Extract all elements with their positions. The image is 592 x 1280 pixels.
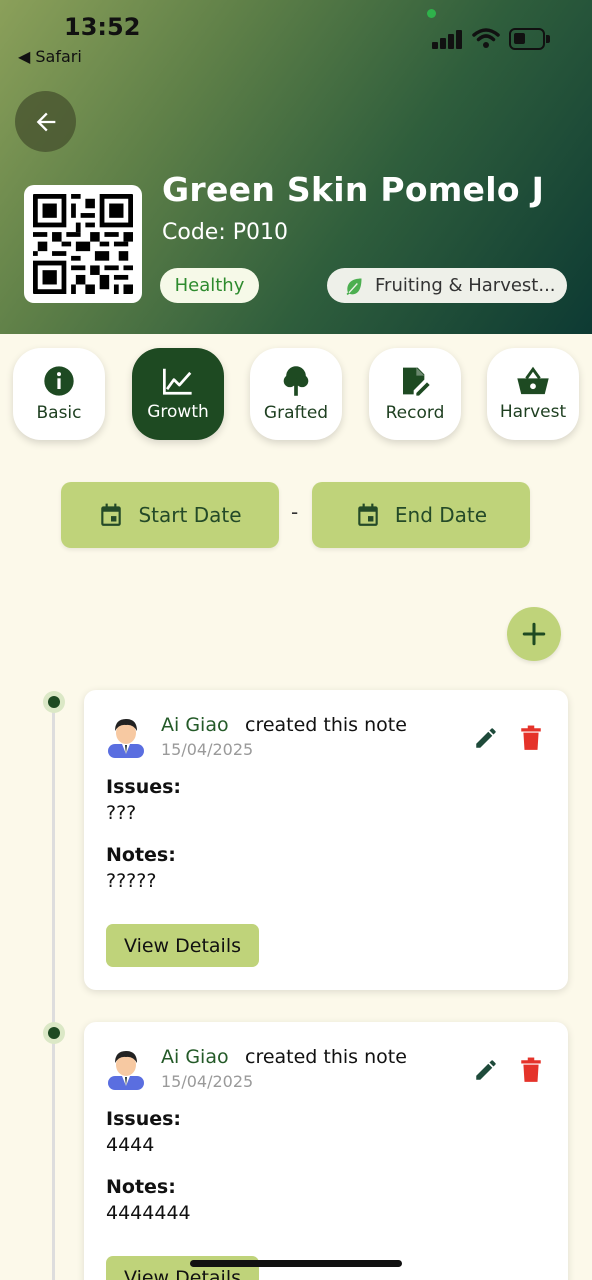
growth-note-card: Ai Giao created this note 15/04/2025 Iss… xyxy=(84,690,568,990)
tab-label: Growth xyxy=(147,402,209,422)
note-author[interactable]: Ai Giao xyxy=(161,714,229,736)
timeline-line xyxy=(52,712,55,1280)
home-indicator[interactable] xyxy=(190,1260,402,1267)
arrow-left-icon xyxy=(36,112,55,131)
detail-tabs: Basic Growth Grafted Record Harvest xyxy=(13,348,579,440)
growth-stage-label: Fruiting & Harvest... xyxy=(375,275,556,296)
issues-label: Issues: xyxy=(106,1108,182,1130)
start-date-label: Start Date xyxy=(138,503,242,527)
cellular-signal-icon xyxy=(432,29,464,49)
user-avatar-icon xyxy=(108,1051,144,1090)
note-action-text: created this note xyxy=(245,1046,407,1068)
edit-icon[interactable] xyxy=(473,725,499,751)
edit-note-icon xyxy=(403,367,430,396)
note-author[interactable]: Ai Giao xyxy=(161,1046,229,1068)
tree-icon xyxy=(283,366,309,396)
tab-label: Basic xyxy=(36,403,82,423)
notes-label: Notes: xyxy=(106,1176,176,1198)
user-avatar-icon xyxy=(108,719,144,758)
growth-stage-badge: Fruiting & Harvest... xyxy=(327,268,567,303)
back-to-safari-link[interactable]: ◀ Safari xyxy=(18,47,82,66)
growth-note-card: Ai Giao created this note 15/04/2025 Iss… xyxy=(84,1022,568,1280)
tab-basic[interactable]: Basic xyxy=(13,348,105,440)
end-date-button[interactable]: End Date xyxy=(312,482,530,548)
issues-label: Issues: xyxy=(106,776,182,798)
battery-icon xyxy=(509,28,550,50)
calendar-icon xyxy=(101,503,122,526)
plant-name: Green Skin Pomelo J xyxy=(162,170,545,209)
basket-icon xyxy=(517,366,549,395)
plant-code: Code: P010 xyxy=(162,220,288,245)
health-status-badge: Healthy xyxy=(160,268,259,303)
date-range-separator: - xyxy=(291,500,299,524)
plant-header: 13:52 ◀ Safari Green Skin Pomelo J Code:… xyxy=(0,0,592,334)
tab-growth[interactable]: Growth xyxy=(132,348,224,440)
leaf-icon xyxy=(346,278,362,295)
delete-icon[interactable] xyxy=(520,1057,542,1083)
note-date: 15/04/2025 xyxy=(161,740,254,759)
info-icon xyxy=(44,366,74,396)
chart-icon xyxy=(163,368,192,395)
notes-value: ????? xyxy=(106,870,157,892)
tab-label: Grafted xyxy=(263,403,329,423)
notes-value: 4444444 xyxy=(106,1202,191,1224)
start-date-button[interactable]: Start Date xyxy=(61,482,279,548)
edit-icon[interactable] xyxy=(473,1057,499,1083)
wifi-icon xyxy=(472,28,500,48)
plus-icon xyxy=(522,622,546,646)
calendar-icon xyxy=(358,503,378,526)
add-note-button[interactable] xyxy=(507,607,561,661)
issues-value: 4444 xyxy=(106,1134,155,1156)
note-action-text: created this note xyxy=(245,714,407,736)
tab-label: Harvest xyxy=(499,402,567,422)
end-date-label: End Date xyxy=(394,503,488,527)
timeline-dot xyxy=(43,691,65,713)
notes-label: Notes: xyxy=(106,844,176,866)
issues-value: ??? xyxy=(106,802,137,824)
status-time: 13:52 xyxy=(64,13,141,41)
delete-icon[interactable] xyxy=(520,725,542,751)
tab-grafted[interactable]: Grafted xyxy=(250,348,342,440)
tab-record[interactable]: Record xyxy=(369,348,461,440)
note-date: 15/04/2025 xyxy=(161,1072,254,1091)
tab-label: Record xyxy=(385,403,445,423)
timeline-dot xyxy=(43,1022,65,1044)
back-button[interactable] xyxy=(15,91,76,152)
qr-code-icon[interactable] xyxy=(24,185,142,303)
view-details-button[interactable]: View Details xyxy=(106,924,259,967)
privacy-indicator-dot xyxy=(427,9,436,18)
tab-harvest[interactable]: Harvest xyxy=(487,348,579,440)
